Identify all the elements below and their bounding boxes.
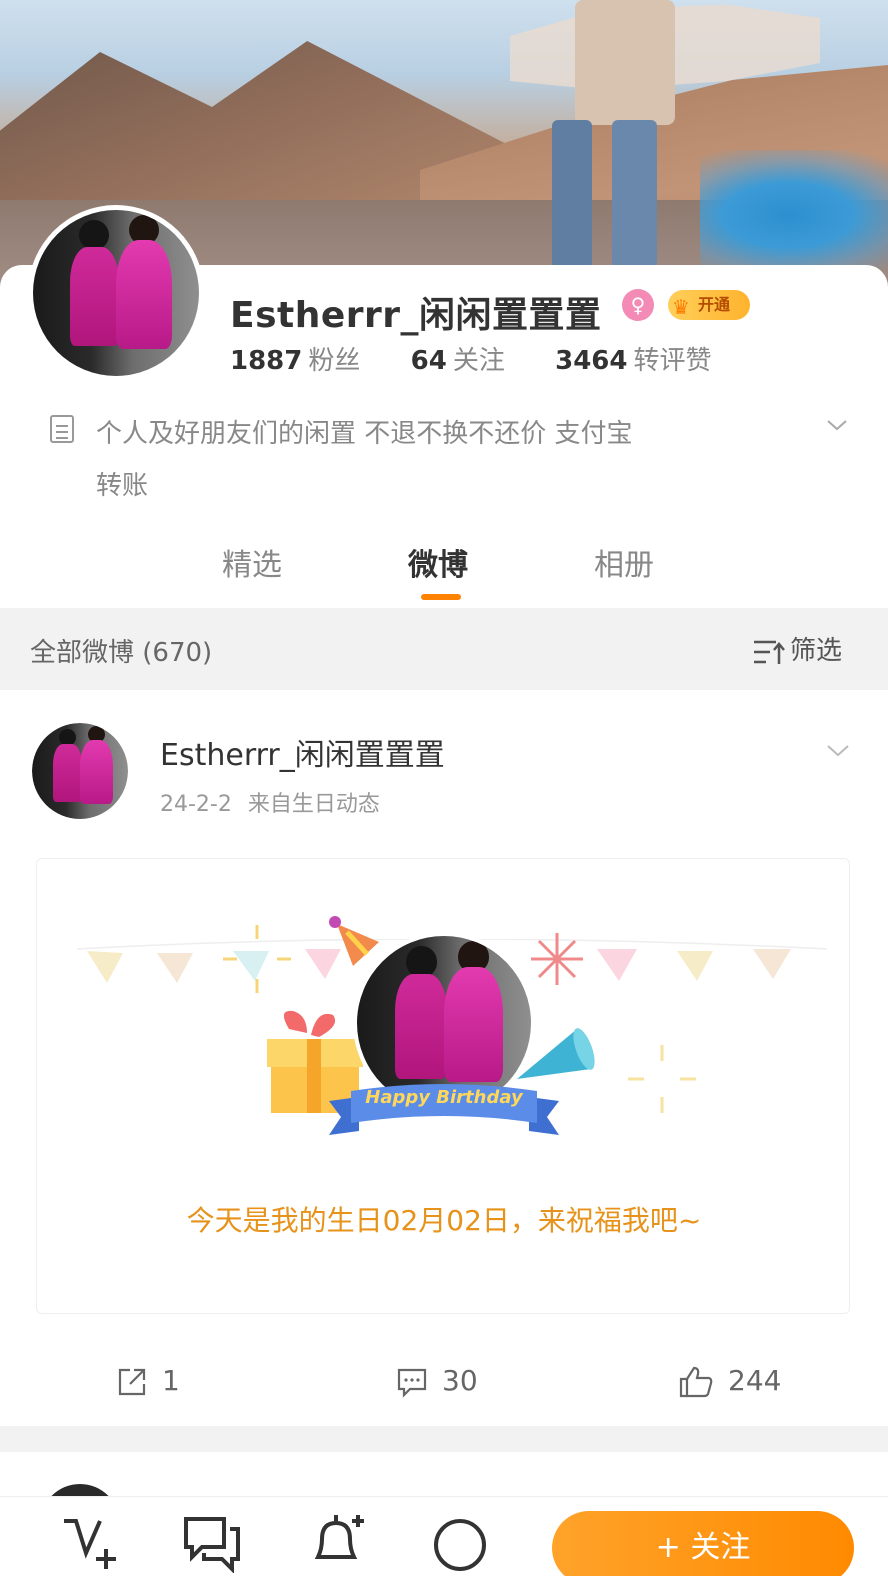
repost-icon (118, 1368, 146, 1396)
repost-button[interactable]: 1 (116, 1364, 180, 1398)
post-count-label: 全部微博 (670) (30, 638, 213, 668)
like-count: 244 (728, 1364, 782, 1397)
comment-icon (397, 1368, 427, 1398)
stat-label: 转评赞 (633, 346, 712, 376)
tab-weibo[interactable]: 微博 (408, 540, 468, 584)
filter-icon (754, 640, 785, 664)
active-tab-indicator (421, 594, 461, 600)
avatar-person-dress (116, 239, 173, 350)
filter-button[interactable]: 筛选 (752, 630, 842, 667)
female-icon: ♀ (622, 289, 654, 321)
avatar-person-head (405, 946, 438, 978)
avatar-photo (33, 210, 199, 376)
tab-featured[interactable]: 精选 (222, 540, 282, 584)
birthday-message: 今天是我的生日02月02日，来祝福我吧~ (186, 1204, 702, 1237)
like-button[interactable]: 244 (678, 1364, 781, 1399)
post-actions: 1 30 244 (0, 1350, 888, 1416)
avatar-photo (32, 723, 128, 819)
cover-person-leg (552, 120, 592, 270)
profile-avatar[interactable] (28, 205, 204, 381)
document-icon (50, 415, 74, 443)
post-meta: 24-2-2 来自生日动态 (160, 786, 396, 818)
repost-count: 1 (162, 1364, 180, 1397)
stat-label: 关注 (452, 346, 505, 376)
vip-open-badge[interactable]: ♛ 开通 (668, 290, 750, 320)
chevron-down-icon[interactable] (826, 414, 848, 436)
thumbs-up-icon (679, 1366, 713, 1398)
vip-label: 开通 (698, 295, 731, 314)
bio-line: 个人及好朋友们的闲置 不退不换不还价 支付宝 (96, 419, 633, 449)
stat-number: 3464 (555, 346, 628, 376)
stat-label: 粉丝 (308, 346, 361, 376)
birthday-card[interactable]: Happy Birthday 今天是我的生日02月02日，来祝福我吧~ (36, 858, 850, 1314)
message-icon[interactable] (180, 1509, 244, 1573)
stat-interactions[interactable]: 3464 转评赞 (555, 340, 711, 377)
stat-following[interactable]: 64 关注 (411, 340, 505, 377)
cover-blue-smoke (700, 150, 888, 280)
profile-stats: 1887 粉丝 64 关注 3464 转评赞 (230, 340, 754, 377)
post-date: 24-2-2 (160, 792, 232, 817)
follow-button[interactable]: + 关注 (552, 1511, 854, 1576)
post-author-avatar[interactable] (32, 723, 128, 819)
comment-button[interactable]: 30 (396, 1364, 478, 1398)
profile-name: Estherrr_闲闲置置置 (230, 295, 602, 336)
bottom-action-bar: + 关注 (0, 1496, 888, 1576)
post-author-name[interactable]: Estherrr_闲闲置置置 (160, 730, 445, 774)
tab-album[interactable]: 相册 (594, 540, 654, 584)
chevron-down-icon[interactable] (826, 738, 850, 762)
stat-followers[interactable]: 1887 粉丝 (230, 340, 360, 377)
sparkle-decoration (223, 925, 291, 993)
post-source: 来自生日动态 (247, 792, 380, 817)
comment-count: 30 (442, 1364, 478, 1397)
avatar-person-dress (53, 744, 82, 802)
sparkle-decoration (628, 1045, 696, 1113)
next-post-preview (0, 1452, 888, 1524)
sparkle-decoration (531, 933, 583, 985)
profile-tabs: 精选 微博 相册 (0, 530, 888, 606)
super-follow-icon[interactable] (56, 1509, 120, 1573)
cover-person-shirt (575, 0, 675, 125)
more-options-icon[interactable] (428, 1509, 492, 1573)
avatar-person-dress (444, 967, 504, 1083)
cover-person-leg (612, 120, 657, 270)
avatar-person-dress (395, 974, 448, 1079)
feed-filter-bar: 全部微博 (670) 筛选 (0, 608, 888, 690)
ribbon-text: Happy Birthday (365, 1087, 523, 1108)
profile-bio[interactable]: 个人及好朋友们的闲置 不退不换不还价 支付宝 转账 (96, 408, 736, 512)
stat-number: 64 (410, 346, 447, 376)
avatar-person-dress (69, 246, 120, 347)
post-separator (0, 1426, 888, 1452)
weibo-post: Estherrr_闲闲置置置 24-2-2 来自生日动态 Happy Birth… (0, 690, 888, 1426)
avatar-person-dress (80, 740, 113, 804)
crown-icon: ♛ (672, 295, 690, 319)
filter-label: 筛选 (790, 636, 843, 666)
bio-line: 转账 (96, 471, 149, 501)
stat-number: 1887 (230, 346, 303, 376)
notification-bell-icon[interactable] (304, 1509, 368, 1573)
avatar-person-head (79, 219, 110, 250)
